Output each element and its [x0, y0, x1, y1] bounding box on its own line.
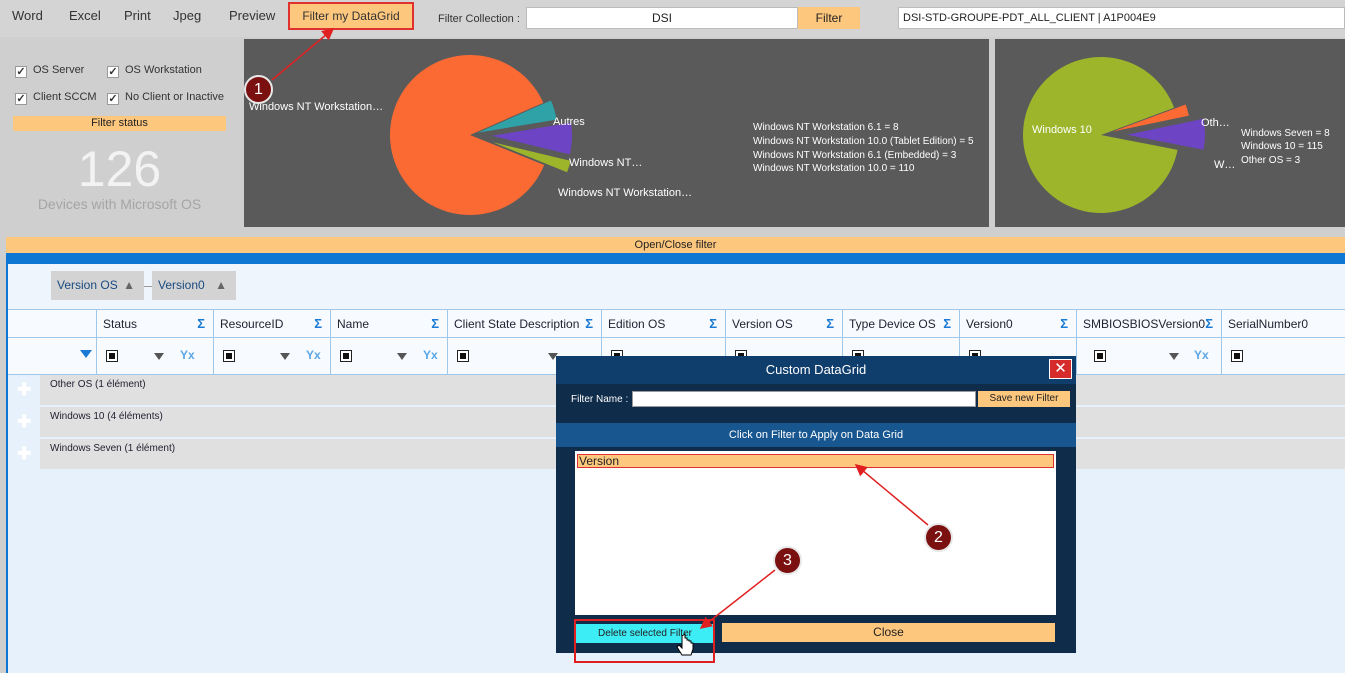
- arrow-1: [271, 28, 335, 81]
- annotation-badge-2: 2: [924, 523, 953, 552]
- arrow-2: [854, 464, 929, 526]
- annotation-badge-3: 3: [773, 546, 802, 575]
- hand-cursor-icon: [676, 633, 694, 656]
- arrow-3: [699, 569, 776, 629]
- annotation-arrows: [271, 28, 929, 656]
- annotation-badge-1: 1: [244, 75, 273, 104]
